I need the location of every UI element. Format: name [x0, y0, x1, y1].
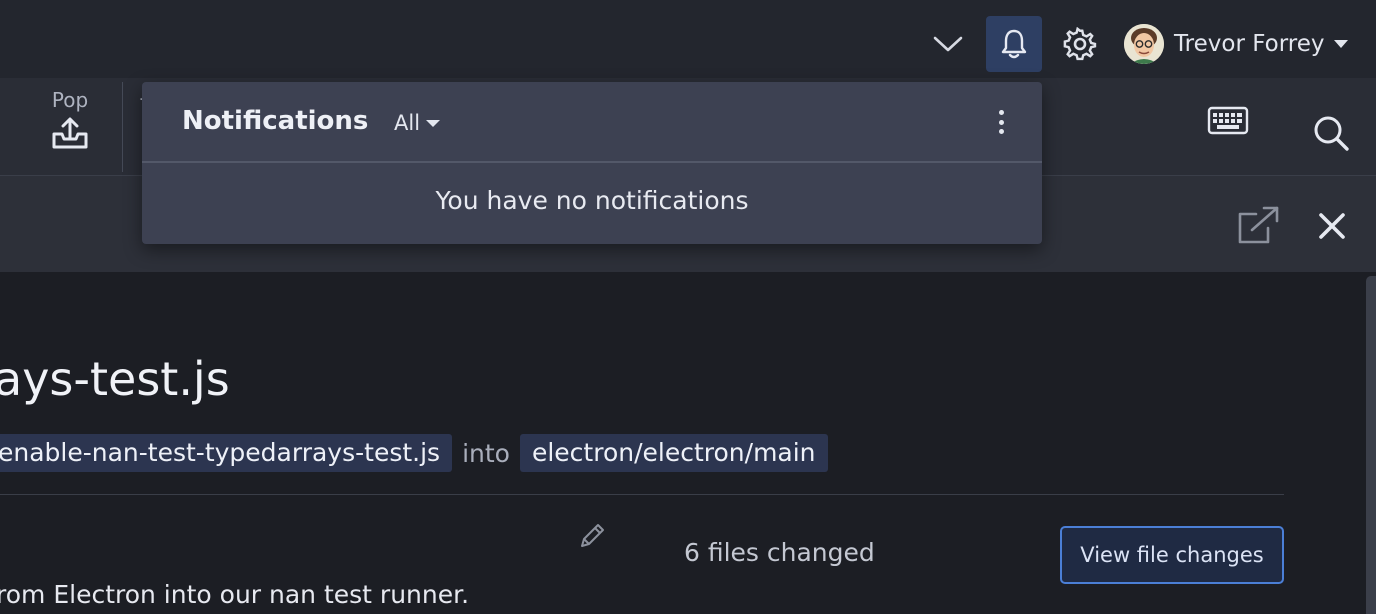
- branch-summary: enable-nan-test-typedarrays-test.js into…: [0, 434, 828, 472]
- close-button[interactable]: [1312, 206, 1352, 246]
- notifications-popover: Notifications All You have no notificati…: [142, 82, 1042, 244]
- notifications-filter-dropdown[interactable]: All: [394, 108, 441, 138]
- vertical-scrollbar[interactable]: [1366, 276, 1376, 614]
- keyboard-icon: [1207, 106, 1249, 135]
- bell-icon: [1001, 29, 1027, 59]
- user-name: Trevor Forrey: [1174, 31, 1325, 57]
- gear-icon: [1063, 27, 1097, 61]
- notifications-button[interactable]: [986, 16, 1042, 72]
- search-button[interactable]: [1306, 108, 1356, 158]
- more-vertical-icon: [998, 110, 1004, 115]
- pencil-icon: [581, 524, 604, 547]
- app-window: Trevor Forrey Pop ·: [0, 0, 1376, 614]
- notifications-more-button[interactable]: [988, 106, 1014, 138]
- open-external-button[interactable]: [1232, 206, 1284, 246]
- edit-description-button[interactable]: [576, 520, 608, 552]
- view-file-changes-button[interactable]: View file changes: [1060, 526, 1284, 584]
- head-branch-pill[interactable]: enable-nan-test-typedarrays-test.js: [0, 434, 453, 472]
- pull-request-description: rom Electron into our nan test runner.: [0, 580, 470, 609]
- base-branch-pill[interactable]: electron/electron/main: [519, 434, 828, 472]
- chevron-down-icon: [933, 36, 963, 52]
- avatar: [1124, 24, 1164, 64]
- pop-label: Pop: [51, 88, 89, 112]
- files-changed-count: 6 files changed: [684, 538, 875, 567]
- pop-button[interactable]: Pop: [30, 88, 110, 168]
- settings-button[interactable]: [1052, 16, 1108, 72]
- open-external-icon: [1238, 206, 1279, 244]
- notifications-title: Notifications: [182, 106, 369, 136]
- content-divider: [0, 494, 1284, 495]
- more-vertical-icon-dot: [998, 129, 1004, 134]
- more-vertical-icon-dot: [998, 119, 1004, 125]
- notifications-filter-value: All: [394, 111, 421, 135]
- top-header: Trevor Forrey: [0, 0, 1376, 78]
- upload-tray-icon: [52, 117, 88, 149]
- into-label: into: [462, 438, 510, 468]
- search-icon: [1314, 116, 1349, 151]
- user-menu-button[interactable]: Trevor Forrey: [1124, 16, 1364, 72]
- chevron-down-button[interactable]: [920, 16, 976, 72]
- toolbar-divider: [122, 82, 123, 172]
- caret-down-icon: [426, 119, 441, 127]
- notifications-empty-message: You have no notifications: [435, 186, 749, 215]
- pull-request-title: ays-test.js: [0, 352, 230, 406]
- notifications-divider: [142, 161, 1042, 163]
- caret-down-icon: [1334, 40, 1349, 48]
- close-icon: [1319, 213, 1345, 239]
- keyboard-shortcuts-button[interactable]: [1200, 102, 1256, 142]
